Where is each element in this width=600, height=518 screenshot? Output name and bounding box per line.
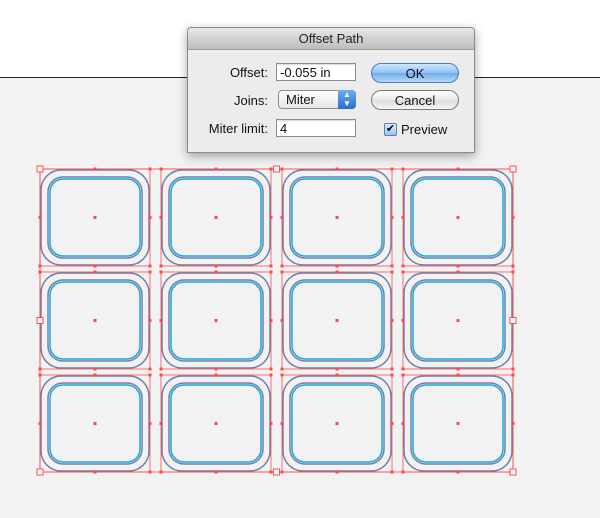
- offset-path-dialog: Offset Path Offset: -0.055 in Joins: Mit…: [187, 27, 475, 153]
- anchor-point[interactable]: [93, 264, 97, 268]
- anchor-point[interactable]: [280, 319, 284, 322]
- anchor-point[interactable]: [269, 367, 273, 371]
- bounding-box-handle[interactable]: [273, 165, 280, 173]
- checkmark-icon: ✔: [385, 123, 396, 135]
- anchor-point[interactable]: [214, 264, 218, 268]
- anchor-point[interactable]: [269, 216, 273, 219]
- bounding-box-handle[interactable]: [509, 165, 517, 173]
- preview-label: Preview: [401, 122, 448, 137]
- anchor-point[interactable]: [214, 367, 218, 371]
- dialog-title: Offset Path: [298, 31, 364, 46]
- anchor-point[interactable]: [390, 216, 394, 219]
- anchor-point[interactable]: [390, 319, 394, 322]
- cancel-button[interactable]: Cancel: [371, 90, 459, 110]
- anchor-point[interactable]: [269, 270, 273, 274]
- anchor-point[interactable]: [335, 367, 339, 371]
- bounding-box-handle[interactable]: [36, 165, 44, 173]
- anchor-point[interactable]: [148, 373, 152, 377]
- joins-selected-value: Miter: [286, 92, 315, 107]
- anchor-point[interactable]: [456, 264, 460, 268]
- bounding-box-handle[interactable]: [509, 468, 517, 476]
- anchor-point[interactable]: [148, 367, 152, 371]
- anchor-point[interactable]: [280, 373, 284, 377]
- anchor-point[interactable]: [335, 373, 339, 377]
- anchor-point[interactable]: [214, 373, 218, 377]
- anchor-point[interactable]: [401, 216, 405, 219]
- anchor-point[interactable]: [148, 319, 152, 322]
- select-arrows-icon: ▲ ▼: [338, 90, 356, 109]
- anchor-point[interactable]: [390, 422, 394, 425]
- anchor-point[interactable]: [148, 264, 152, 268]
- anchor-point[interactable]: [148, 216, 152, 219]
- anchor-point[interactable]: [456, 373, 460, 377]
- offset-label: Offset:: [229, 65, 268, 80]
- anchor-point[interactable]: [148, 422, 152, 425]
- center-point[interactable]: [214, 422, 218, 425]
- miter-limit-field[interactable]: 4: [276, 119, 356, 137]
- group-bounding-box[interactable]: [39, 168, 514, 473]
- anchor-point[interactable]: [456, 367, 460, 371]
- anchor-point[interactable]: [280, 264, 284, 268]
- anchor-point[interactable]: [159, 373, 163, 377]
- anchor-point[interactable]: [280, 367, 284, 371]
- anchor-point[interactable]: [335, 264, 339, 268]
- anchor-point[interactable]: [280, 422, 284, 425]
- anchor-point[interactable]: [93, 367, 97, 371]
- center-point[interactable]: [214, 216, 218, 219]
- anchor-point[interactable]: [390, 264, 394, 268]
- anchor-point[interactable]: [269, 373, 273, 377]
- bounding-box-handle[interactable]: [509, 317, 517, 324]
- bounding-box-handle[interactable]: [36, 468, 44, 476]
- anchor-point[interactable]: [401, 264, 405, 268]
- anchor-point[interactable]: [456, 270, 460, 274]
- anchor-point[interactable]: [390, 270, 394, 274]
- anchor-point[interactable]: [159, 422, 163, 425]
- anchor-point[interactable]: [280, 270, 284, 274]
- anchor-point[interactable]: [401, 367, 405, 371]
- center-point[interactable]: [93, 422, 97, 425]
- ok-button[interactable]: OK: [371, 63, 459, 83]
- dialog-titlebar[interactable]: Offset Path: [188, 28, 474, 50]
- center-point[interactable]: [335, 422, 339, 425]
- anchor-point[interactable]: [159, 270, 163, 274]
- center-point[interactable]: [456, 422, 460, 425]
- joins-select[interactable]: Miter ▲ ▼: [278, 90, 356, 109]
- anchor-point[interactable]: [390, 367, 394, 371]
- anchor-point[interactable]: [269, 319, 273, 322]
- miter-limit-label: Miter limit:: [208, 121, 268, 136]
- anchor-point[interactable]: [214, 270, 218, 274]
- center-point[interactable]: [335, 319, 339, 322]
- anchor-point[interactable]: [159, 264, 163, 268]
- anchor-point[interactable]: [93, 373, 97, 377]
- anchor-point[interactable]: [159, 216, 163, 219]
- anchor-point[interactable]: [269, 422, 273, 425]
- center-point[interactable]: [335, 216, 339, 219]
- center-point[interactable]: [93, 216, 97, 219]
- bounding-box-handle[interactable]: [273, 468, 280, 476]
- anchor-point[interactable]: [401, 270, 405, 274]
- anchor-point[interactable]: [159, 319, 163, 322]
- center-point[interactable]: [214, 319, 218, 322]
- center-point[interactable]: [456, 216, 460, 219]
- anchor-point[interactable]: [93, 270, 97, 274]
- center-point[interactable]: [93, 319, 97, 322]
- anchor-point[interactable]: [401, 319, 405, 322]
- anchor-point[interactable]: [269, 264, 273, 268]
- joins-label: Joins:: [234, 93, 268, 108]
- anchor-point[interactable]: [401, 422, 405, 425]
- center-point[interactable]: [456, 319, 460, 322]
- anchor-point[interactable]: [280, 216, 284, 219]
- anchor-point[interactable]: [148, 270, 152, 274]
- anchor-point[interactable]: [159, 367, 163, 371]
- anchor-point[interactable]: [401, 373, 405, 377]
- preview-checkbox[interactable]: ✔: [384, 123, 397, 136]
- anchor-point[interactable]: [335, 270, 339, 274]
- anchor-point[interactable]: [390, 373, 394, 377]
- bounding-box-handle[interactable]: [36, 317, 44, 324]
- offset-field[interactable]: -0.055 in: [276, 63, 356, 81]
